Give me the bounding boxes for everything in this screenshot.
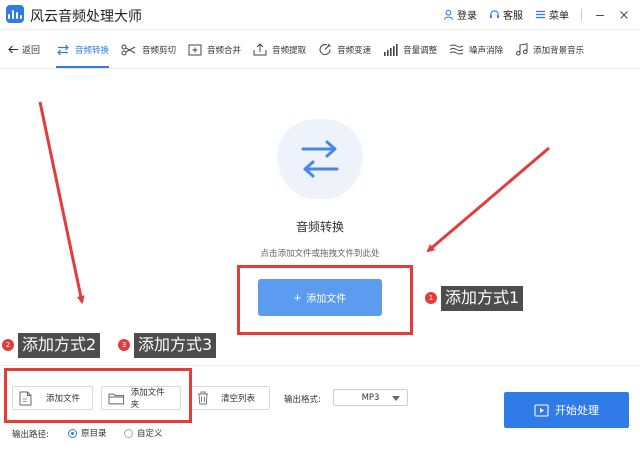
close-button[interactable] [618,9,630,21]
tab-audio-speed[interactable]: 音频变速 [312,31,377,68]
app-logo-icon [6,5,24,23]
tab-label: 音频转换 [75,45,110,56]
annotation-label: 添加方式2 [18,333,101,358]
arrow-left-icon [8,45,18,54]
output-path-label: 输出路径: [12,430,49,440]
drop-title: 音频转换 [295,220,344,234]
convert-illustration [277,119,363,199]
app-title: 风云音频处理大师 [30,9,142,25]
path-original-radio[interactable]: 原目录 [68,427,107,439]
clear-list-label: 清空列表 [221,394,256,404]
tab-audio-merge[interactable]: 音频合并 [182,31,247,68]
highlight-box-main [237,265,413,335]
drop-hint: 点击添加文件或拖拽文件到此处 [260,249,380,259]
output-format-value: MP3 [361,392,380,403]
tab-audio-extract[interactable]: 音频提取 [247,31,312,68]
menu-icon [535,10,546,19]
tab-label: 噪声消除 [469,45,504,56]
tab-label: 音频提取 [272,45,307,56]
convert-icon [301,140,339,178]
annotation-1: 1 添加方式1 [425,286,524,311]
convert-icon [57,44,69,55]
path-custom-label: 自定义 [137,429,163,439]
tab-label: 添加背景音乐 [533,45,585,56]
tab-label: 音频剪切 [142,45,177,56]
back-label: 返回 [22,46,41,56]
scissors-icon [121,44,136,55]
title-bar-divider [581,8,582,21]
chevron-down-icon [392,396,400,401]
output-format-label: 输出格式: [284,395,321,405]
music-note-icon [516,43,528,56]
tab-label: 音频合并 [207,45,242,56]
output-format-select[interactable]: MP3 [333,389,408,406]
login-button[interactable]: 登录 [443,7,477,22]
close-icon [620,10,628,19]
radio-unchecked-icon [124,428,133,438]
merge-icon [188,44,202,55]
annotation-label: 添加方式1 [441,286,524,311]
trash-icon [198,391,208,405]
title-bar-actions: 登录 客服 菜单 [443,7,630,22]
annotation-number: 2 [2,339,14,352]
radio-checked-icon [68,428,77,438]
minimize-icon [596,14,604,16]
tab-volume-adjust[interactable]: 音量调整 [377,31,443,68]
service-label: 客服 [503,11,523,22]
extract-icon [253,43,267,56]
minimize-button[interactable] [594,9,606,21]
tab-label: 音量调整 [403,45,438,56]
path-custom-radio[interactable]: 自定义 [124,427,163,439]
annotation-label: 添加方式3 [134,333,217,358]
tab-audio-cut[interactable]: 音频剪切 [115,31,182,68]
play-icon [534,403,549,417]
menu-button[interactable]: 菜单 [535,7,569,22]
back-button[interactable]: 返回 [0,31,50,68]
annotation-2: 2 添加方式2 [2,333,101,358]
headset-icon [489,10,500,19]
path-original-label: 原目录 [81,429,107,439]
highlight-box-bottom [4,368,192,423]
annotation-number: 1 [425,292,437,305]
tab-audio-convert[interactable]: 音频转换 [50,31,115,68]
annotation-number: 3 [118,339,130,352]
volume-bars-icon [384,43,398,56]
login-label: 登录 [457,11,477,22]
function-nav: 返回 音频转换 音频剪切 音频合并 音频提取 音频变速 音量调整 噪声消除 添加… [0,31,640,69]
tab-add-bgm[interactable]: 添加背景音乐 [509,31,590,68]
speed-icon [319,43,332,56]
title-bar: 风云音频处理大师 登录 客服 菜单 [0,0,640,30]
noise-icon [449,44,464,55]
clear-list-button[interactable]: 清空列表 [190,386,270,410]
tab-noise-reduction[interactable]: 噪声消除 [443,31,509,68]
start-processing-label: 开始处理 [555,405,599,417]
start-processing-button[interactable]: 开始处理 [504,392,629,428]
menu-label: 菜单 [549,11,569,22]
user-icon [443,9,454,20]
service-button[interactable]: 客服 [489,7,523,22]
annotation-3: 3 添加方式3 [118,333,217,358]
tab-label: 音频变速 [337,45,372,56]
